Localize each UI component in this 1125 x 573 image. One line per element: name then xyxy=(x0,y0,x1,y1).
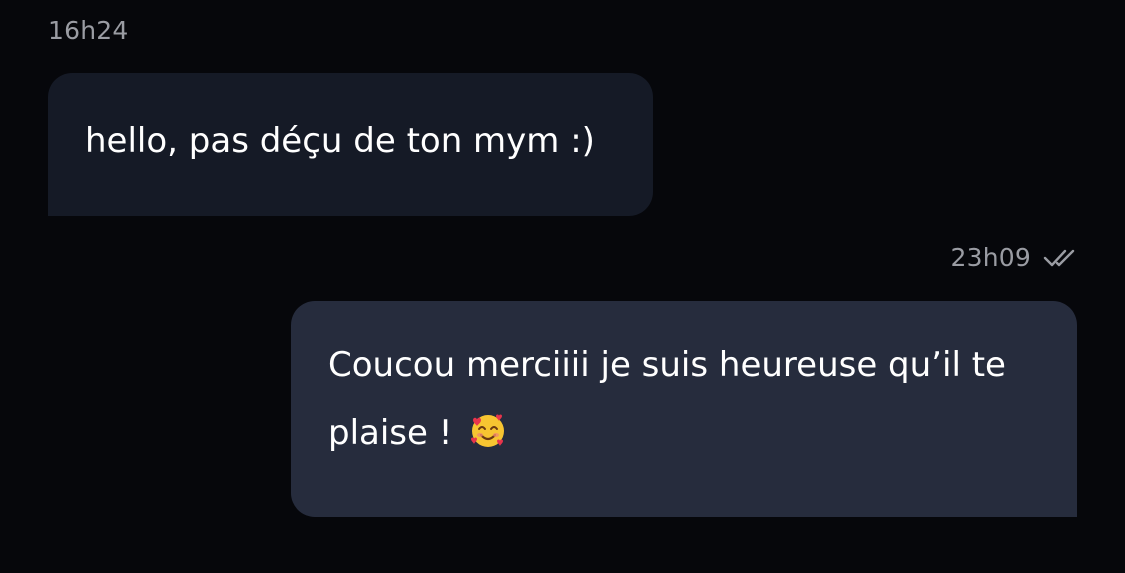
double-check-icon xyxy=(1043,247,1077,269)
message-text: hello, pas déçu de ton mym :) xyxy=(85,121,595,161)
message-text: Coucou merciiii je suis heureuse qu’il t… xyxy=(328,345,1006,453)
outgoing-message-bubble[interactable]: Coucou merciiii je suis heureuse qu’il t… xyxy=(291,301,1077,517)
incoming-message-bubble[interactable]: hello, pas déçu de ton mym :) xyxy=(48,73,653,216)
message-timestamp: 23h09 xyxy=(950,243,1031,272)
outgoing-message-meta: 23h09 xyxy=(951,243,1077,272)
message-timestamp: 16h24 xyxy=(48,16,129,45)
smiling-face-with-hearts-icon xyxy=(469,405,507,447)
chat-thread: 16h24 hello, pas déçu de ton mym :) 23h0… xyxy=(0,0,1125,573)
